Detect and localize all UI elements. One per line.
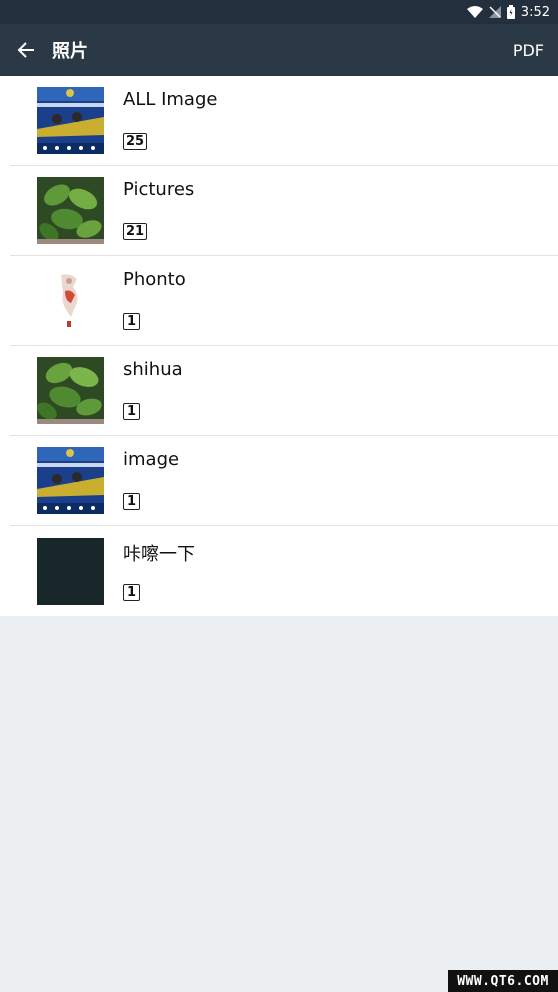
album-thumbnail: [37, 177, 104, 244]
app-bar: 照片 PDF: [0, 24, 558, 76]
back-arrow-icon[interactable]: [14, 38, 38, 62]
album-count-badge: 1: [123, 583, 140, 601]
album-count-badge: 1: [123, 313, 140, 330]
album-list: ALL Image 25 Pictures 21 Phonto 1 shihua…: [0, 76, 558, 616]
album-name: ALL Image: [123, 89, 218, 110]
album-thumbnail: [37, 87, 104, 154]
pdf-button[interactable]: PDF: [513, 41, 544, 60]
album-row-pictures[interactable]: Pictures 21: [10, 166, 558, 256]
wifi-icon: [466, 6, 483, 18]
status-bar: 3:52: [0, 0, 558, 24]
album-count-badge: 25: [123, 133, 148, 150]
album-name: Phonto: [123, 269, 186, 290]
watermark: WWW.QT6.COM: [448, 970, 558, 992]
album-name: Pictures: [123, 179, 195, 200]
album-thumbnail: [37, 537, 104, 605]
album-count-badge: 1: [123, 403, 140, 420]
album-thumbnail: [37, 357, 104, 424]
album-name: 咔嚓一下: [123, 543, 195, 565]
page-title: 照片: [52, 41, 88, 62]
album-count-badge: 21: [123, 223, 148, 240]
album-row-phonto[interactable]: Phonto 1: [10, 256, 558, 346]
album-row-all-image[interactable]: ALL Image 25: [10, 76, 558, 166]
album-thumbnail: [37, 267, 104, 334]
album-row-image[interactable]: image 1: [10, 436, 558, 526]
album-name: shihua: [123, 359, 183, 380]
album-row-kacha[interactable]: 咔嚓一下 1: [10, 526, 558, 616]
battery-icon: [506, 5, 515, 19]
album-count-badge: 1: [123, 493, 140, 510]
album-row-shihua[interactable]: shihua 1: [10, 346, 558, 436]
album-thumbnail: [37, 447, 104, 514]
album-name: image: [123, 449, 180, 470]
no-signal-icon: [488, 6, 501, 18]
status-time: 3:52: [520, 4, 550, 20]
